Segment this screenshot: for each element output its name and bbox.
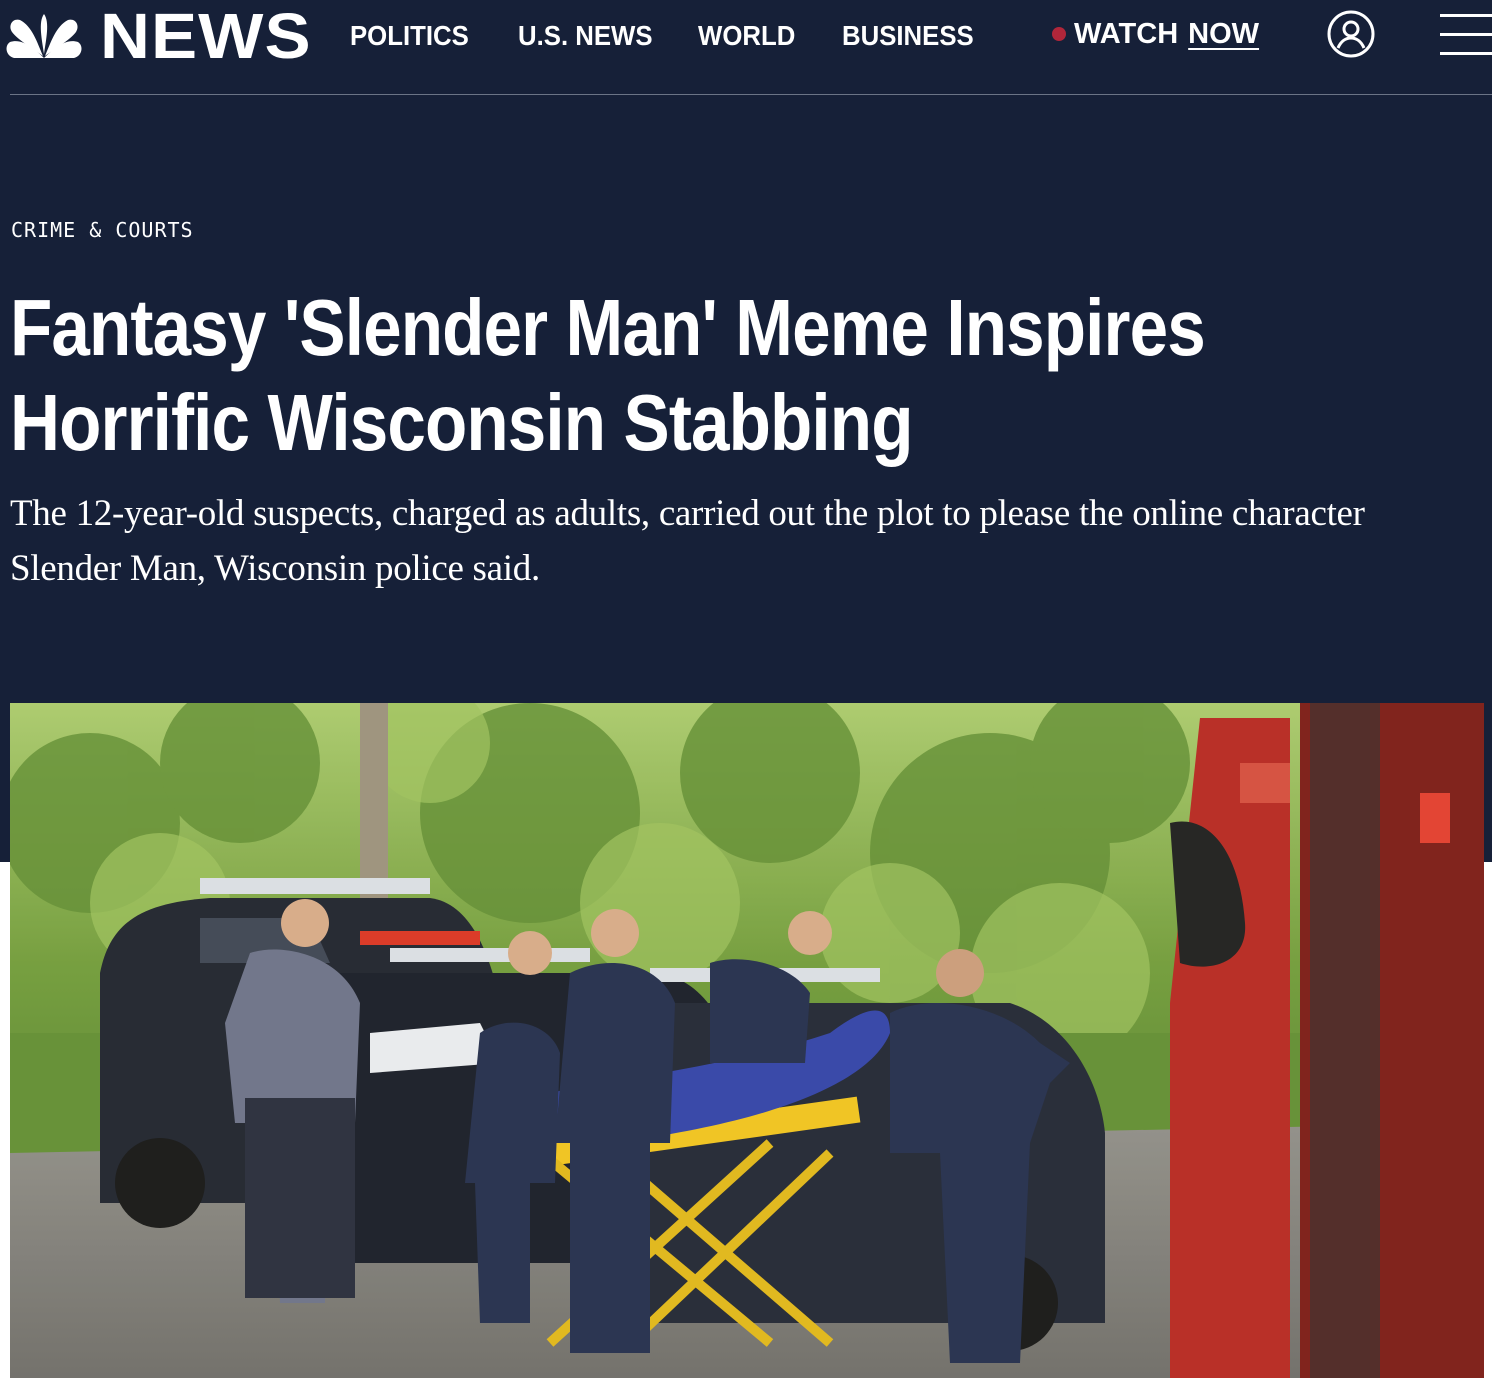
- nav-divider: [10, 94, 1492, 95]
- nav-link-world[interactable]: WORLD: [698, 18, 795, 54]
- headline-line-1: Fantasy 'Slender Man' Meme Inspires: [10, 283, 1206, 372]
- hamburger-icon-bar: [1440, 52, 1492, 55]
- article-category-link[interactable]: CRIME & COURTS: [11, 217, 194, 243]
- lead-photo: [10, 703, 1484, 1378]
- article-dek: The 12-year-old suspects, charged as adu…: [10, 493, 1365, 589]
- news-wordmark: NEWS: [100, 0, 312, 72]
- hamburger-icon-bar: [1440, 33, 1492, 36]
- watch-now-link[interactable]: WATCH NOW: [1052, 16, 1259, 52]
- account-button[interactable]: [1327, 10, 1375, 58]
- nbc-news-logo[interactable]: NEWS: [4, 4, 311, 68]
- hamburger-icon: [1440, 14, 1492, 17]
- lead-photo-illustration: [10, 703, 1484, 1378]
- headline-line-2: Horrific Wisconsin Stabbing: [10, 378, 913, 467]
- watch-now-label: NOW: [1188, 18, 1260, 50]
- nav-link-politics[interactable]: POLITICS: [350, 18, 469, 54]
- peacock-icon: [6, 14, 82, 58]
- article-headline: Fantasy 'Slender Man' Meme Inspires Horr…: [10, 280, 1221, 470]
- nav-link-us-news[interactable]: U.S. NEWS: [518, 18, 653, 54]
- user-icon: [1327, 10, 1375, 58]
- menu-button[interactable]: [1440, 14, 1492, 56]
- nav-link-business[interactable]: BUSINESS: [842, 18, 974, 54]
- watch-label: WATCH: [1074, 18, 1179, 50]
- live-dot-icon: [1052, 27, 1066, 41]
- site-header: NEWS POLITICS U.S. NEWS WORLD BUSINESS W…: [0, 0, 1492, 94]
